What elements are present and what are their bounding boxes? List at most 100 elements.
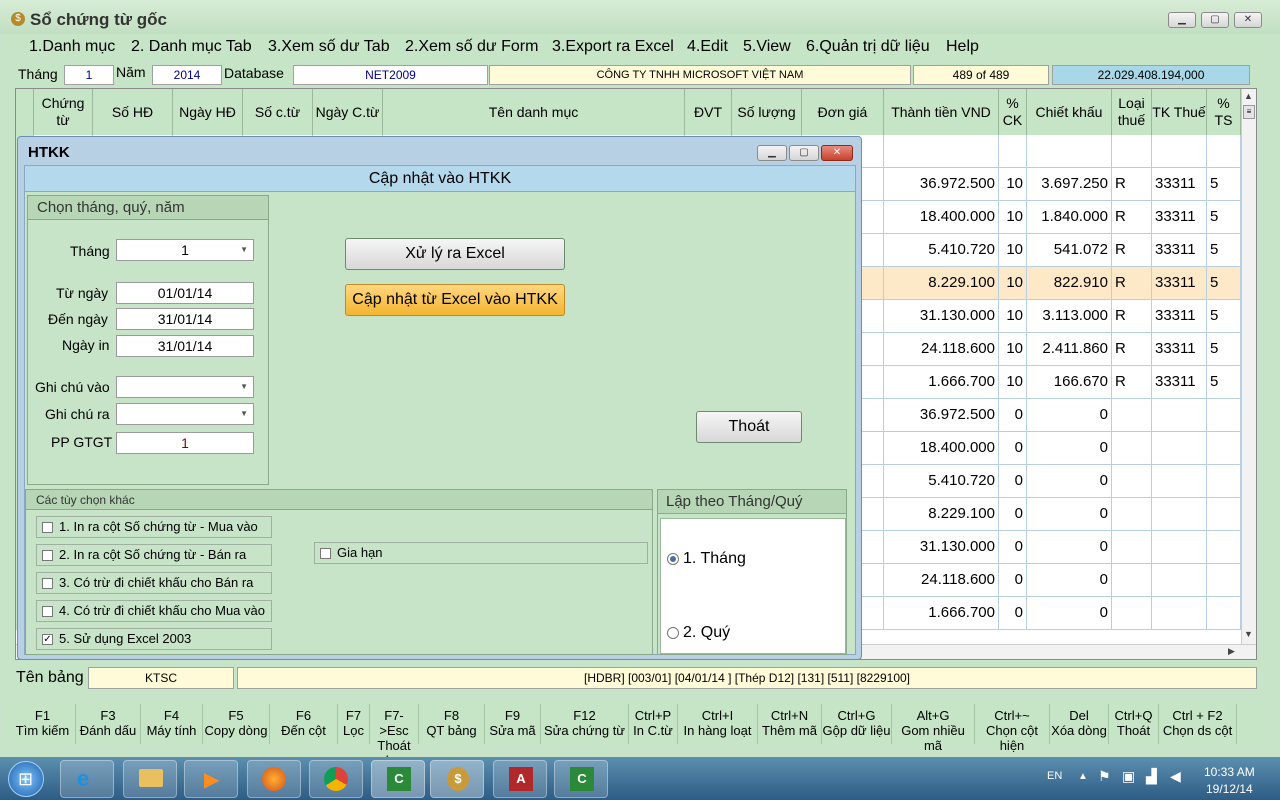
option-checkbox-5[interactable]: ✓ 5. Sử dụng Excel 2003 <box>36 628 272 650</box>
menu-help[interactable]: Help <box>946 38 979 56</box>
checkbox-box[interactable] <box>42 550 53 561</box>
header-tk-thue[interactable]: TK Thuế <box>1152 89 1207 135</box>
ngay-in-input[interactable]: 31/01/14 <box>116 335 254 357</box>
fkey-1[interactable]: F3 Đánh dấu <box>76 704 141 744</box>
fkey-15[interactable]: Ctrl+~ Chọn cột hiện <box>975 704 1050 753</box>
den-ngay-input[interactable]: 31/01/14 <box>116 308 254 330</box>
firefox-icon[interactable] <box>247 760 301 798</box>
file-explorer-icon[interactable] <box>123 760 177 798</box>
access-icon[interactable]: A <box>493 760 547 798</box>
chevron-down-icon[interactable]: ▼ <box>240 404 248 424</box>
menu-xem-so-du-form[interactable]: 2.Xem số dư Form <box>405 38 538 56</box>
ghi-chu-ra-select[interactable]: ▼ <box>116 403 254 425</box>
gia-han-checkbox[interactable]: Gia hạn <box>314 542 648 564</box>
cap-nhat-htkk-button[interactable]: Cập nhật từ Excel vào HTKK <box>345 284 565 316</box>
header-ngay-ctu[interactable]: Ngày C.từ <box>313 89 383 135</box>
internet-explorer-icon[interactable]: e <box>60 760 114 798</box>
device-icon[interactable]: ▣ <box>1122 768 1135 785</box>
radio-quy[interactable] <box>667 627 679 639</box>
media-player-icon[interactable]: ▶ <box>184 760 238 798</box>
menu-danh-muc[interactable]: 1.Danh mục <box>29 38 115 56</box>
header-pct-ts[interactable]: % TS <box>1207 89 1241 135</box>
header-chiet-khau[interactable]: Chiết khấu <box>1027 89 1112 135</box>
tu-ngay-input[interactable]: 01/01/14 <box>116 282 254 304</box>
fkey-17[interactable]: Ctrl+Q Thoát <box>1109 704 1159 744</box>
volume-icon[interactable]: ◀ <box>1170 768 1181 785</box>
scroll-right-icon[interactable]: ▶ <box>1228 646 1235 657</box>
checkbox-box[interactable] <box>42 606 53 617</box>
camtasia-recorder-icon[interactable]: C <box>554 760 608 798</box>
clock-date[interactable]: 19/12/14 <box>1206 782 1253 796</box>
ghi-chu-vao-select[interactable]: ▼ <box>116 376 254 398</box>
fkey-18[interactable]: Ctrl + F2 Chọn ds cột <box>1159 704 1237 744</box>
option-checkbox-2[interactable]: 2. In ra cột Số chứng từ - Bán ra <box>36 544 272 566</box>
flag-icon[interactable]: ⚑ <box>1098 768 1111 785</box>
close-button[interactable]: ✕ <box>1234 12 1262 28</box>
header-thanh-tien[interactable]: Thành tiền VND <box>884 89 999 135</box>
scroll-up-icon[interactable]: ▲ <box>1244 91 1253 101</box>
fkey-12[interactable]: Ctrl+N Thêm mã <box>758 704 822 744</box>
option-checkbox-1[interactable]: 1. In ra cột Số chứng từ - Mua vào <box>36 516 272 538</box>
tray-expand-icon[interactable]: ▲ <box>1078 771 1088 782</box>
header-dvt[interactable]: ĐVT <box>685 89 732 135</box>
menu-quan-tri-du-lieu[interactable]: 6.Quản trị dữ liệu <box>806 38 930 56</box>
thoat-button[interactable]: Thoát <box>696 411 802 443</box>
header-ngay-hd[interactable]: Ngày HĐ <box>173 89 243 135</box>
header-pct-ck[interactable]: % CK <box>999 89 1027 135</box>
menu-export-excel[interactable]: 3.Export ra Excel <box>552 38 674 56</box>
menu-edit[interactable]: 4.Edit <box>687 38 728 56</box>
chrome-icon[interactable] <box>309 760 363 798</box>
fkey-7[interactable]: F8 QT bảng <box>419 704 485 744</box>
accounting-app-icon[interactable]: $ <box>430 760 484 798</box>
header-so-luong[interactable]: Số lượng <box>732 89 802 135</box>
fkey-9[interactable]: F12 Sửa chứng từ <box>541 704 629 744</box>
dialog-close-button[interactable]: ✕ <box>821 145 853 161</box>
clock-time[interactable]: 10:33 AM <box>1204 765 1255 779</box>
chevron-down-icon[interactable]: ▼ <box>240 377 248 397</box>
scroll-down-icon[interactable]: ▼ <box>1244 629 1253 639</box>
fkey-16[interactable]: Del Xóa dòng <box>1050 704 1109 744</box>
menu-xem-so-du-tab[interactable]: 3.Xem số dư Tab <box>268 38 390 56</box>
fkey-0[interactable]: F1 Tìm kiếm <box>10 704 76 744</box>
language-indicator[interactable]: EN <box>1047 770 1062 782</box>
header-chung-tu[interactable]: Chứng từ <box>34 89 93 135</box>
header-don-gia[interactable]: Đơn giá <box>802 89 884 135</box>
dialog-minimize-button[interactable]: ▁ <box>757 145 787 161</box>
camtasia-icon[interactable]: C <box>371 760 425 798</box>
dialog-maximize-button[interactable]: ▢ <box>789 145 819 161</box>
thang-field[interactable]: 1 <box>64 65 114 85</box>
pp-gtgt-input[interactable]: 1 <box>116 432 254 454</box>
database-field[interactable]: NET2009 <box>293 65 488 85</box>
checkbox-box[interactable] <box>42 578 53 589</box>
thang-select[interactable]: 1 ▼ <box>116 239 254 261</box>
radio-thang-label[interactable]: 1. Tháng <box>683 550 746 568</box>
checkbox-box[interactable] <box>42 522 53 533</box>
minimize-button[interactable]: ▁ <box>1168 12 1196 28</box>
menu-view[interactable]: 5.View <box>743 38 791 56</box>
fkey-4[interactable]: F6 Đến cột <box>270 704 338 744</box>
fkey-13[interactable]: Ctrl+G Gộp dữ liệu <box>822 704 892 744</box>
option-checkbox-4[interactable]: 4. Có trừ đi chiết khấu cho Mua vào <box>36 600 272 622</box>
fkey-8[interactable]: F9 Sửa mã <box>485 704 541 744</box>
radio-quy-label[interactable]: 2. Quý <box>683 624 730 642</box>
header-ten-danh-muc[interactable]: Tên danh mục <box>383 89 685 135</box>
header-loai-thue[interactable]: Loại thuế <box>1112 89 1152 135</box>
nam-field[interactable]: 2014 <box>152 65 222 85</box>
fkey-6[interactable]: F7->EscThoát lọc <box>370 704 419 768</box>
xu-ly-excel-button[interactable]: Xử lý ra Excel <box>345 238 565 270</box>
fkey-10[interactable]: Ctrl+P In C.từ <box>629 704 678 744</box>
checkbox-box[interactable] <box>320 548 331 559</box>
option-checkbox-3[interactable]: 3. Có trừ đi chiết khấu cho Bán ra <box>36 572 272 594</box>
menu-danh-muc-tab[interactable]: 2. Danh mục Tab <box>131 38 252 56</box>
scroll-thumb[interactable]: ≡ <box>1243 105 1255 119</box>
chevron-down-icon[interactable]: ▼ <box>240 240 248 260</box>
header-so-ctu[interactable]: Số c.từ <box>243 89 313 135</box>
fkey-2[interactable]: F4 Máy tính <box>141 704 203 744</box>
fkey-14[interactable]: Alt+G Gom nhiều mã <box>892 704 975 753</box>
fkey-3[interactable]: F5 Copy dòng <box>203 704 270 744</box>
fkey-11[interactable]: Ctrl+I In hàng loạt <box>678 704 758 744</box>
fkey-5[interactable]: F7 Lọc <box>338 704 370 744</box>
radio-thang[interactable] <box>667 553 679 565</box>
vertical-scrollbar[interactable]: ▲ ≡ ▼ <box>1241 89 1256 644</box>
network-icon[interactable]: ▟ <box>1146 768 1157 785</box>
